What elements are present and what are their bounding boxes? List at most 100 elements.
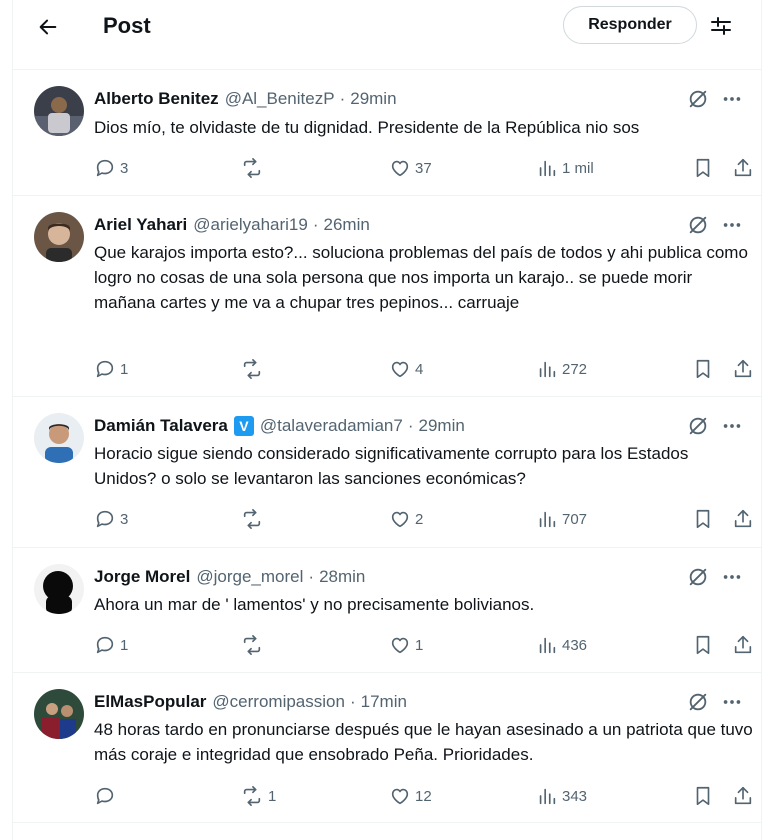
share-action[interactable]: [732, 784, 754, 808]
share-icon: [734, 158, 752, 177]
more-horizontal-icon[interactable]: [719, 689, 745, 715]
author-handle[interactable]: @cerromipassion: [212, 692, 345, 712]
repost-action[interactable]: [240, 156, 268, 180]
share-action[interactable]: [732, 507, 754, 531]
repost-icon: [243, 635, 261, 655]
timestamp[interactable]: 29min: [419, 416, 465, 436]
views-action[interactable]: 1 mil: [536, 156, 594, 180]
repost-action[interactable]: [240, 633, 268, 657]
share-icon: [734, 635, 752, 654]
share-action[interactable]: [732, 357, 754, 381]
author-name[interactable]: Alberto Benitez: [94, 89, 219, 109]
reply-action[interactable]: 1: [94, 633, 128, 657]
like-action[interactable]: 1: [389, 633, 423, 657]
repost-icon: [243, 509, 261, 529]
author-handle[interactable]: @Al_BenitezP: [225, 89, 335, 109]
reply-count: 1: [120, 636, 129, 654]
reply-action[interactable]: 3: [94, 156, 128, 180]
view-count: 436: [562, 636, 588, 654]
author-name[interactable]: Damián Talavera: [94, 416, 228, 436]
tweet-header: Damián Talavera V @talaveradamian7 · 29m…: [94, 415, 745, 437]
repost-icon: [243, 158, 261, 178]
grok-icon[interactable]: [685, 212, 711, 238]
like-count: 37: [415, 159, 432, 177]
tweet-text: Ahora un mar de ' lamentos' y no precisa…: [94, 595, 535, 614]
bookmark-action[interactable]: [692, 357, 714, 381]
reply-tweet[interactable]: ElMasPopular @cerromipassion · 17min 48 …: [13, 673, 761, 823]
reply-tweet[interactable]: Jorge Morel @jorge_morel · 28min Ahora u…: [13, 548, 761, 673]
like-action[interactable]: 12: [389, 784, 432, 808]
verified-badge[interactable]: V: [233, 416, 254, 436]
reply-button[interactable]: Responder: [563, 6, 697, 44]
bar-chart-icon: [539, 361, 556, 378]
bookmark-action[interactable]: [692, 156, 714, 180]
heart-icon: [391, 511, 409, 528]
bookmark-action[interactable]: [692, 507, 714, 531]
grok-icon[interactable]: [685, 413, 711, 439]
settings-button[interactable]: [707, 12, 735, 40]
bookmark-icon: [696, 158, 710, 178]
avatar[interactable]: [34, 564, 84, 614]
more-horizontal-icon[interactable]: [719, 413, 745, 439]
author-name[interactable]: ElMasPopular: [94, 692, 206, 712]
share-action[interactable]: [732, 633, 754, 657]
tweet-header: Ariel Yahari @arielyahari19 · 26min: [94, 214, 745, 236]
reply-tweet[interactable]: Ariel Yahari @arielyahari19 · 26min Que …: [13, 196, 761, 397]
tweet-actions: 3 2 707: [94, 507, 754, 531]
grok-icon[interactable]: [685, 86, 711, 112]
timestamp[interactable]: 26min: [324, 215, 370, 235]
avatar[interactable]: [34, 689, 84, 739]
speech-bubble-icon: [96, 159, 114, 177]
reply-count: 1: [120, 360, 129, 378]
grok-icon[interactable]: [685, 689, 711, 715]
bookmark-icon: [696, 359, 710, 379]
author-handle[interactable]: @jorge_morel: [196, 567, 303, 587]
back-button[interactable]: [31, 10, 65, 44]
repost-action[interactable]: 1: [240, 784, 276, 808]
views-action[interactable]: 343: [536, 784, 587, 808]
author-name[interactable]: Ariel Yahari: [94, 215, 187, 235]
timestamp[interactable]: 28min: [319, 567, 365, 587]
like-count: 2: [415, 510, 424, 528]
author-handle[interactable]: @talaveradamian7: [260, 416, 403, 436]
reply-tweet[interactable]: Damián Talavera V @talaveradamian7 · 29m…: [13, 397, 761, 548]
repost-action[interactable]: [240, 357, 268, 381]
reply-tweet[interactable]: Alberto Benitez @Al_BenitezP · 29min Dio…: [13, 70, 761, 196]
repost-action[interactable]: [240, 507, 268, 531]
bookmark-action[interactable]: [692, 633, 714, 657]
bookmark-action[interactable]: [692, 784, 714, 808]
share-icon: [734, 509, 752, 528]
tweet-header: Alberto Benitez @Al_BenitezP · 29min: [94, 88, 745, 110]
speech-bubble-icon: [96, 636, 114, 654]
bar-chart-icon: [539, 788, 556, 805]
reply-action[interactable]: [94, 784, 120, 808]
like-action[interactable]: 37: [389, 156, 432, 180]
bar-chart-icon: [539, 160, 556, 177]
separator-dot: ·: [308, 567, 315, 586]
tweet-actions: 1 4 272: [94, 357, 754, 381]
avatar[interactable]: [34, 413, 84, 463]
more-horizontal-icon[interactable]: [719, 86, 745, 112]
separator-dot: ·: [339, 89, 346, 108]
bar-chart-icon: [539, 511, 556, 528]
timestamp[interactable]: 17min: [361, 692, 407, 712]
reply-action[interactable]: 1: [94, 357, 128, 381]
views-action[interactable]: 436: [536, 633, 587, 657]
like-action[interactable]: 2: [389, 507, 423, 531]
like-count: 12: [415, 787, 432, 805]
like-action[interactable]: 4: [389, 357, 423, 381]
author-handle[interactable]: @arielyahari19: [193, 215, 308, 235]
avatar[interactable]: [34, 212, 84, 262]
avatar[interactable]: [34, 86, 84, 136]
repost-icon: [243, 359, 261, 379]
views-action[interactable]: 272: [536, 357, 587, 381]
timestamp[interactable]: 29min: [350, 89, 396, 109]
reply-action[interactable]: 3: [94, 507, 128, 531]
grok-icon[interactable]: [685, 564, 711, 590]
share-action[interactable]: [732, 156, 754, 180]
author-name[interactable]: Jorge Morel: [94, 567, 190, 587]
more-horizontal-icon[interactable]: [719, 564, 745, 590]
views-action[interactable]: 707: [536, 507, 587, 531]
tweet-actions: 1 12 343: [94, 784, 754, 808]
more-horizontal-icon[interactable]: [719, 212, 745, 238]
